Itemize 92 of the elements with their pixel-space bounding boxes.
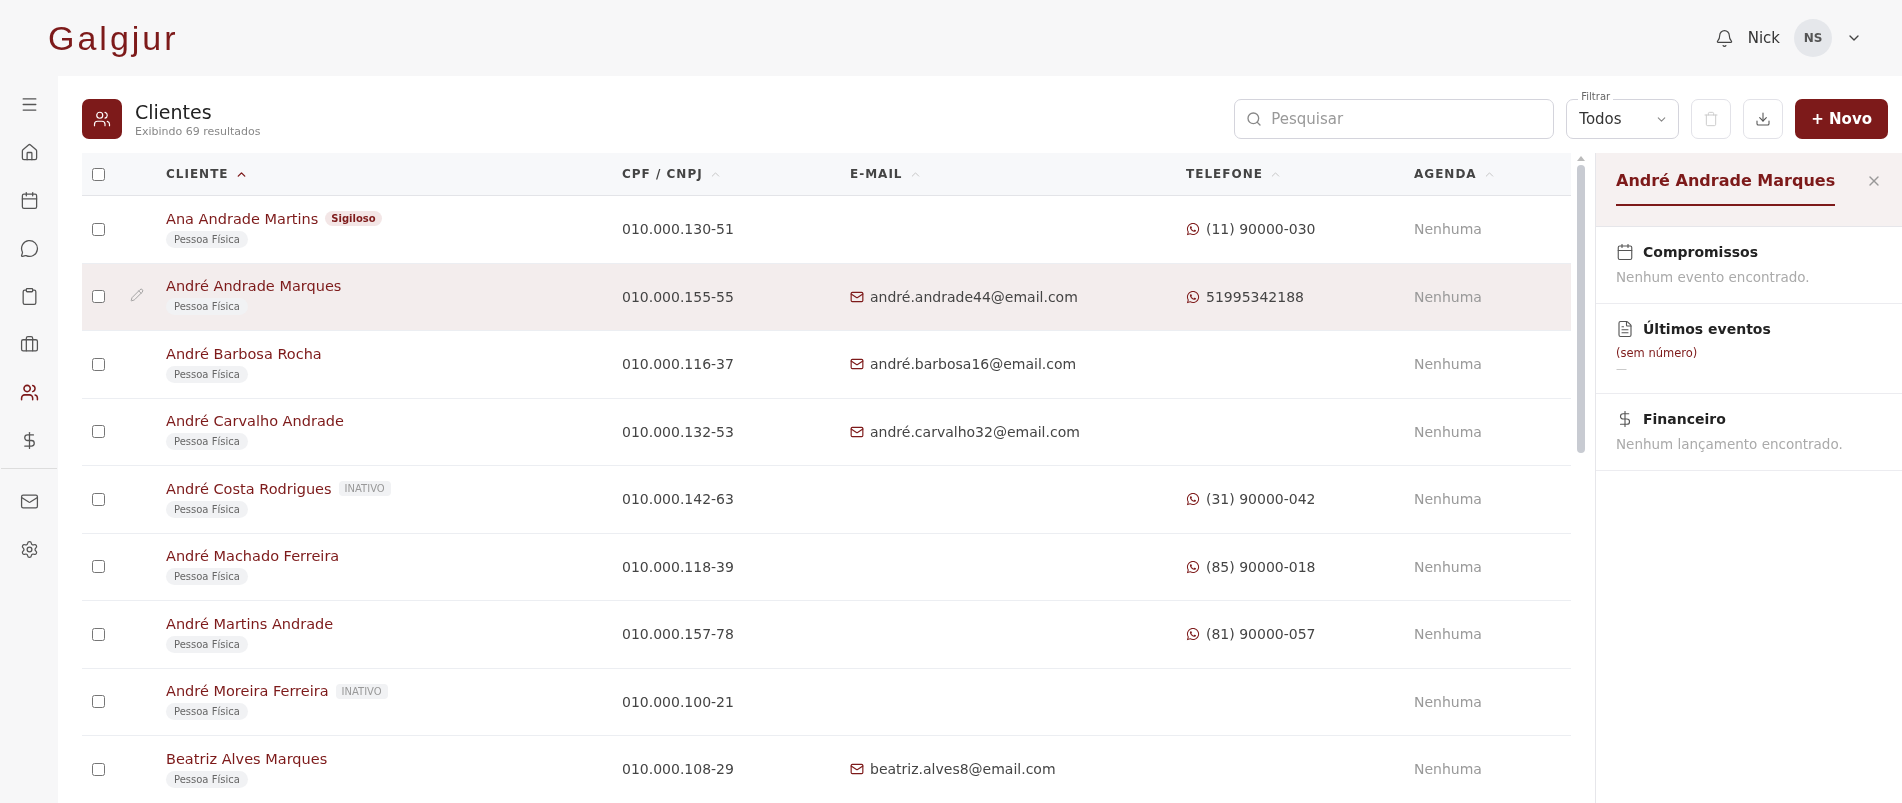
document-number: 010.000.142-63 [622, 491, 735, 508]
search-field[interactable]: Pesquisar [1234, 99, 1555, 139]
download-icon [1755, 111, 1772, 127]
chat-phone-icon [1186, 627, 1200, 642]
agenda-status: Nenhuma [1414, 491, 1483, 508]
mail-icon [850, 357, 864, 372]
document-number: 010.000.155-55 [622, 288, 735, 305]
detail-title: André Andrade Marques [1616, 171, 1836, 206]
column-header[interactable]: E-MAIL [850, 167, 1186, 181]
row-checkbox[interactable] [92, 357, 105, 371]
calendar-icon [1616, 243, 1634, 261]
empty-message: Nenhum lançamento encontrado. [1616, 436, 1844, 452]
agenda-status: Nenhuma [1414, 626, 1483, 643]
select-all-checkbox[interactable] [92, 167, 105, 181]
agenda-status: Nenhuma [1414, 558, 1483, 575]
search-icon [1246, 111, 1263, 127]
agenda-status: Nenhuma [1414, 693, 1483, 710]
column-header[interactable]: CPF / CNPJ [622, 167, 850, 181]
agenda-status: Nenhuma [1414, 761, 1483, 778]
empty-value-text: — [1616, 362, 1628, 375]
client-name[interactable]: Ana Andrade Martins [166, 210, 319, 227]
email-address: beatriz.alves8@email.com [870, 761, 1056, 778]
document-number: 010.000.118-39 [622, 558, 735, 575]
download-button[interactable] [1743, 99, 1784, 139]
chat-phone-icon [1186, 222, 1200, 237]
row-checkbox[interactable] [92, 425, 105, 439]
column-header[interactable]: CLIENTE [166, 167, 622, 181]
row-checkbox[interactable] [92, 627, 105, 641]
document-number: 010.000.130-51 [622, 221, 735, 238]
document-icon [1616, 320, 1634, 338]
row-checkbox[interactable] [92, 762, 105, 776]
mail-icon [850, 762, 864, 777]
client-name[interactable]: André Andrade Marques [166, 278, 342, 295]
notification-bell-icon[interactable] [1714, 28, 1734, 48]
column-header[interactable]: TELEFONE [1186, 167, 1414, 181]
phone-number: 51995342188 [1206, 288, 1304, 305]
chat-phone-icon [1186, 289, 1200, 304]
client-name[interactable]: Beatriz Alves Marques [166, 750, 328, 767]
new-button[interactable]: + Novo [1795, 99, 1888, 139]
column-header[interactable]: AGENDA [1414, 167, 1571, 181]
agenda-status: Nenhuma [1414, 288, 1483, 305]
row-checkbox[interactable] [92, 222, 105, 236]
logo: Galgjur [48, 18, 179, 58]
document-number: 010.000.132-53 [622, 423, 735, 440]
row-checkbox[interactable] [92, 290, 105, 304]
agenda-status: Nenhuma [1414, 356, 1483, 373]
results-count: Exibindo 69 resultados [135, 124, 261, 138]
chat-phone-icon [1186, 559, 1200, 574]
client-name[interactable]: André Barbosa Rocha [166, 345, 322, 362]
row-checkbox[interactable] [92, 695, 105, 709]
status-tag: INATIVO [338, 481, 391, 497]
document-number: 010.000.108-29 [622, 761, 735, 778]
client-name[interactable]: André Costa Rodrigues [166, 480, 332, 497]
client-name[interactable]: André Moreira Ferreira [166, 683, 329, 700]
section-title: Últimos eventos [1643, 321, 1771, 337]
phone-number: (31) 90000-042 [1206, 491, 1316, 508]
client-type-tag: Pessoa Física [166, 703, 248, 721]
mail-icon [850, 424, 864, 439]
client-name[interactable]: André Carvalho Andrade [166, 413, 344, 430]
client-type-tag: Pessoa Física [166, 433, 248, 451]
email-address: andré.carvalho32@email.com [870, 423, 1080, 440]
client-name[interactable]: André Martins Andrade [166, 615, 334, 632]
document-number: 010.000.116-37 [622, 356, 735, 373]
client-name[interactable]: André Machado Ferreira [166, 548, 340, 565]
phone-number: (11) 90000-030 [1206, 221, 1316, 238]
selected-row-highlight[interactable] [82, 263, 1571, 330]
phone-number: (81) 90000-057 [1206, 626, 1316, 643]
filter-label: Filtrar [1578, 91, 1614, 102]
email-address: andré.andrade44@email.com [870, 288, 1078, 305]
section-title: Financeiro [1643, 411, 1726, 427]
scrollbar[interactable] [1576, 155, 1586, 455]
user-avatar[interactable]: NS [1794, 19, 1832, 57]
empty-message: Nenhum evento encontrado. [1616, 269, 1811, 285]
clients-page-icon [82, 99, 122, 139]
agenda-status: Nenhuma [1414, 423, 1483, 440]
agenda-status: Nenhuma [1414, 221, 1483, 238]
email-address: andré.barbosa16@email.com [870, 356, 1077, 373]
event-link[interactable]: (sem número) [1616, 346, 1882, 360]
client-type-tag: Pessoa Física [166, 298, 248, 316]
row-checkbox[interactable] [92, 560, 105, 574]
document-number: 010.000.157-78 [622, 626, 735, 643]
user-name: Nick [1747, 29, 1780, 47]
section-title: Compromissos [1643, 244, 1759, 260]
status-tag: Sigiloso [325, 211, 382, 227]
mail-icon [850, 289, 864, 304]
row-checkbox[interactable] [92, 492, 105, 506]
page-title: Clientes [135, 100, 213, 123]
client-type-tag: Pessoa Física [166, 568, 248, 586]
phone-number: (85) 90000-018 [1206, 558, 1316, 575]
chat-phone-icon [1186, 492, 1200, 507]
document-number: 010.000.100-21 [622, 693, 735, 710]
trash-icon [1703, 111, 1720, 127]
